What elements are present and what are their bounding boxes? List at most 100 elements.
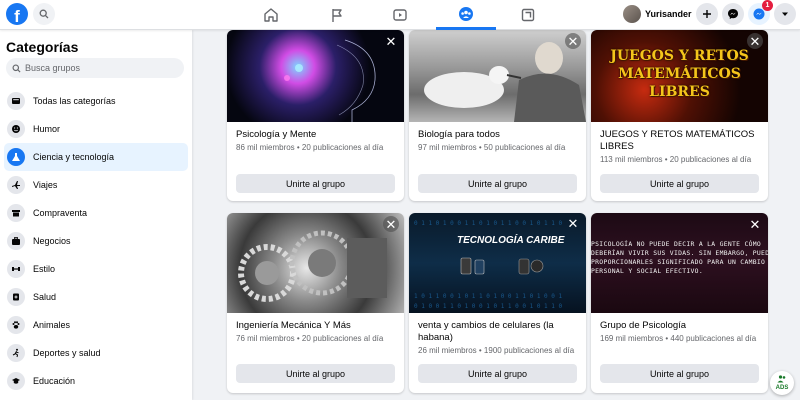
gaming-icon [521,8,535,22]
tab-gaming[interactable] [498,0,558,30]
close-icon[interactable]: ✕ [565,216,581,232]
search-icon [39,9,49,19]
group-cover-image: 0 1 1 0 1 0 0 1 1 0 1 0 1 1 0 0 1 0 1 1 … [409,213,586,313]
sidebar-item-business[interactable]: Negocios [4,227,188,255]
search-icon [12,63,21,73]
caret-down-icon [782,12,788,16]
group-cover-image: ✕ [227,30,404,122]
sidebar-item-travel[interactable]: Viajes [4,171,188,199]
biologist-photo [424,42,586,122]
plus-icon [703,10,711,18]
paw-icon [7,316,25,334]
flag-icon [332,9,342,22]
top-navigation-bar: f Yurisander 1 [0,0,800,30]
airplane-icon [7,176,25,194]
people-icon [777,375,786,383]
group-card: ✕ Ingeniería Mecánica Y Más 76 mil miemb… [227,213,404,393]
profile-chip[interactable]: Yurisander [623,4,696,24]
tab-groups[interactable] [436,0,496,30]
join-group-button[interactable]: Unirte al grupo [418,364,577,383]
running-icon [7,344,25,362]
notification-badge: 1 [762,0,773,11]
group-cover-image: ✕ [227,213,404,313]
sidebar-item-education[interactable]: Educación [4,367,188,395]
cover-quote-text: PSICOLOGÍA NO PUEDE DECIR A LA GENTE CÓM… [591,240,768,275]
tab-watch[interactable] [370,0,430,30]
group-name[interactable]: Biología para todos [418,129,577,141]
group-name[interactable]: Ingeniería Mecánica Y Más [236,320,395,332]
briefcase-icon [7,232,25,250]
cover-title-text: JUEGOS Y RETOS MATEMÁTICOS LIBRES [610,48,749,100]
group-stats: 97 mil miembros • 50 publicaciones al dí… [418,143,566,152]
tab-pages[interactable] [307,0,367,30]
brain-illustration [284,39,376,122]
tab-home[interactable] [241,0,301,30]
create-button[interactable] [696,3,718,25]
svg-text:1 0 1 1 0 0 1 0 1 1 0 1 0 0 1: 1 0 1 1 0 0 1 0 1 1 0 1 0 0 1 1 0 1 0 0 … [414,293,562,300]
sidebar-item-label: Todas las categorías [33,96,116,106]
sidebar-item-label: Humor [33,124,61,134]
join-group-button[interactable]: Unirte al grupo [600,364,759,383]
groups-icon [459,6,473,21]
ads-chip[interactable]: ADS [770,371,794,395]
close-icon[interactable]: ✕ [383,33,399,49]
join-group-button[interactable]: Unirte al grupo [418,174,577,193]
group-stats: 76 mil miembros • 20 publicaciones al dí… [236,334,384,343]
sidebar-item-label: Viajes [33,180,58,190]
health-icon [7,288,25,306]
group-stats: 26 mil miembros • 1900 publicaciones al … [418,346,575,355]
close-icon[interactable]: ✕ [383,216,399,232]
store-icon [7,204,25,222]
cover-title-text: TECNOLOGÍA CARIBE [457,235,565,246]
group-stats: 113 mil miembros • 20 publicaciones al d… [600,155,752,164]
profile-name: Yurisander [645,9,692,19]
facebook-logo[interactable]: f [6,3,28,25]
group-stats: 86 mil miembros • 20 publicaciones al dí… [236,143,384,152]
sidebar-item-humor[interactable]: Humor [4,115,188,143]
group-card: PSICOLOGÍA NO PUEDE DECIR A LA GENTE CÓM… [591,213,768,393]
sidebar-item-all[interactable]: Todas las categorías [4,87,188,115]
group-cover-image: JUEGOS Y RETOS MATEMÁTICOS LIBRES ✕ [591,30,768,122]
sidebar-item-buy-sell[interactable]: Compraventa [4,199,188,227]
avatar [623,5,641,23]
join-group-button[interactable]: Unirte al grupo [236,174,395,193]
group-name[interactable]: Psicología y Mente [236,129,395,141]
group-name[interactable]: venta y cambios de celulares (la habana) [418,320,577,344]
group-stats: 169 mil miembros • 440 publicaciones al … [600,334,757,343]
sidebar-item-label: Educación [33,376,76,386]
close-icon[interactable]: ✕ [747,33,763,49]
close-icon[interactable]: ✕ [565,33,581,49]
matrix-background: 0 1 1 0 1 0 0 1 1 0 1 0 1 1 0 0 1 0 1 1 … [414,220,562,310]
sidebar-item-science[interactable]: Ciencia y tecnología [4,143,188,171]
group-name[interactable]: Grupo de Psicología [600,320,759,332]
dumbbell-icon [7,260,25,278]
sidebar-title: Categorías [6,39,79,55]
all-categories-icon [7,92,25,110]
join-group-button[interactable]: Unirte al grupo [236,364,395,383]
account-menu-button[interactable] [774,3,796,25]
join-group-button[interactable]: Unirte al grupo [600,174,759,193]
search-button[interactable] [33,3,55,25]
sidebar-item-label: Animales [33,320,71,330]
group-search-input[interactable] [25,63,175,73]
flask-icon [7,148,25,166]
sidebar-item-animals[interactable]: Animales [4,311,188,339]
group-card: ✕ Biología para todos 97 mil miembros • … [409,30,586,201]
smiley-icon [7,120,25,138]
messenger-icon [728,9,738,19]
sidebar-item-style[interactable]: Estilo [4,255,188,283]
svg-text:0 1 0 0 1 1 0 1 0 0 1 0 1 1 0: 0 1 0 0 1 1 0 1 0 0 1 0 1 1 0 0 1 0 1 1 … [414,303,562,310]
video-icon [393,9,407,21]
sidebar-item-label: Negocios [33,236,71,246]
categories-sidebar: Categorías Todas las categorías Humor Ci… [0,30,192,400]
svg-text:0 1 1 0 1 0 0 1 1 0 1 0 1 1 0: 0 1 1 0 1 0 0 1 1 0 1 0 1 1 0 0 1 0 1 1 … [414,220,562,227]
group-name[interactable]: JUEGOS Y RETOS MATEMÁTICOS LIBRES [600,129,759,153]
notifications-button[interactable]: 1 [748,0,773,25]
sidebar-item-label: Salud [33,292,57,302]
close-icon[interactable]: ✕ [747,216,763,232]
sidebar-item-health[interactable]: Salud [4,283,188,311]
group-search[interactable] [6,58,184,78]
group-cover-image: PSICOLOGÍA NO PUEDE DECIR A LA GENTE CÓM… [591,213,768,313]
sidebar-item-sports[interactable]: Deportes y salud [4,339,188,367]
messenger-button[interactable] [722,3,744,25]
